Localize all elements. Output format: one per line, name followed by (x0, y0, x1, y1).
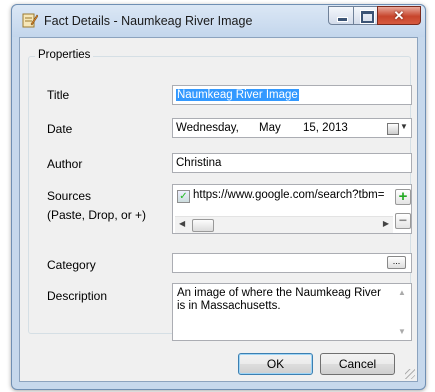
date-label: Date (47, 122, 73, 136)
category-browse-button[interactable]: ... (387, 256, 406, 269)
horizontal-scrollbar[interactable]: ◀ ▶ (175, 216, 393, 233)
add-source-button[interactable]: + (395, 189, 411, 205)
chevron-down-icon[interactable]: ▼ (400, 122, 408, 131)
sources-list[interactable]: ✓ https://www.google.com/search?tbm= ◀ ▶… (172, 184, 412, 234)
properties-group: Properties Title Naumkeag River Image Da… (28, 49, 412, 341)
notepad-pencil-icon (22, 13, 38, 28)
title-input[interactable]: Naumkeag River Image (172, 85, 412, 105)
fact-details-dialog: Fact Details - Naumkeag River Image ✕ Pr… (11, 4, 426, 390)
description-textarea[interactable]: An image of where the Naumkeag River is … (172, 283, 412, 341)
scroll-right-icon[interactable]: ▶ (383, 219, 389, 228)
scroll-down-icon[interactable]: ▼ (398, 327, 406, 336)
category-label: Category (47, 258, 96, 272)
source-checkbox[interactable]: ✓ (177, 190, 190, 203)
properties-group-title: Properties (35, 49, 94, 61)
title-value: Naumkeag River Image (176, 89, 299, 101)
maximize-icon (361, 11, 374, 23)
date-picker[interactable]: Wednesday, May 15, 2013 ▼ (172, 118, 412, 138)
sources-hint: (Paste, Drop, or +) (47, 208, 147, 222)
dialog-body: Properties Title Naumkeag River Image Da… (19, 37, 418, 382)
minimize-icon (337, 17, 348, 22)
resize-grip[interactable] (405, 369, 415, 379)
scroll-left-icon[interactable]: ◀ (179, 219, 185, 228)
date-weekday: Wednesday, (176, 122, 239, 134)
scroll-up-icon[interactable]: ▲ (398, 288, 406, 297)
ok-button[interactable]: OK (238, 353, 313, 375)
close-icon: ✕ (393, 8, 405, 23)
remove-source-button[interactable]: − (395, 213, 411, 229)
author-label: Author (47, 157, 83, 171)
date-month: May (259, 122, 281, 134)
sources-label: Sources (47, 189, 92, 203)
date-day-year: 15, 2013 (303, 122, 348, 134)
minimize-button[interactable] (328, 6, 354, 25)
cancel-button[interactable]: Cancel (320, 353, 395, 375)
description-value: An image of where the Naumkeag River is … (177, 287, 381, 312)
window-title: Fact Details - Naumkeag River Image (44, 14, 253, 28)
maximize-button[interactable] (353, 6, 378, 25)
category-input[interactable]: ... (172, 253, 412, 273)
vertical-scrollbar[interactable]: ▲ ▼ (394, 285, 410, 339)
source-url[interactable]: https://www.google.com/search?tbm= (193, 189, 391, 201)
title-label: Title (47, 88, 70, 102)
calendar-icon[interactable] (387, 123, 399, 135)
description-label: Description (47, 289, 108, 303)
author-value: Christina (176, 157, 222, 169)
close-button[interactable]: ✕ (377, 6, 421, 25)
title-bar[interactable]: Fact Details - Naumkeag River Image ✕ (12, 5, 425, 37)
author-input[interactable]: Christina (172, 153, 412, 173)
scroll-thumb[interactable] (192, 219, 214, 232)
